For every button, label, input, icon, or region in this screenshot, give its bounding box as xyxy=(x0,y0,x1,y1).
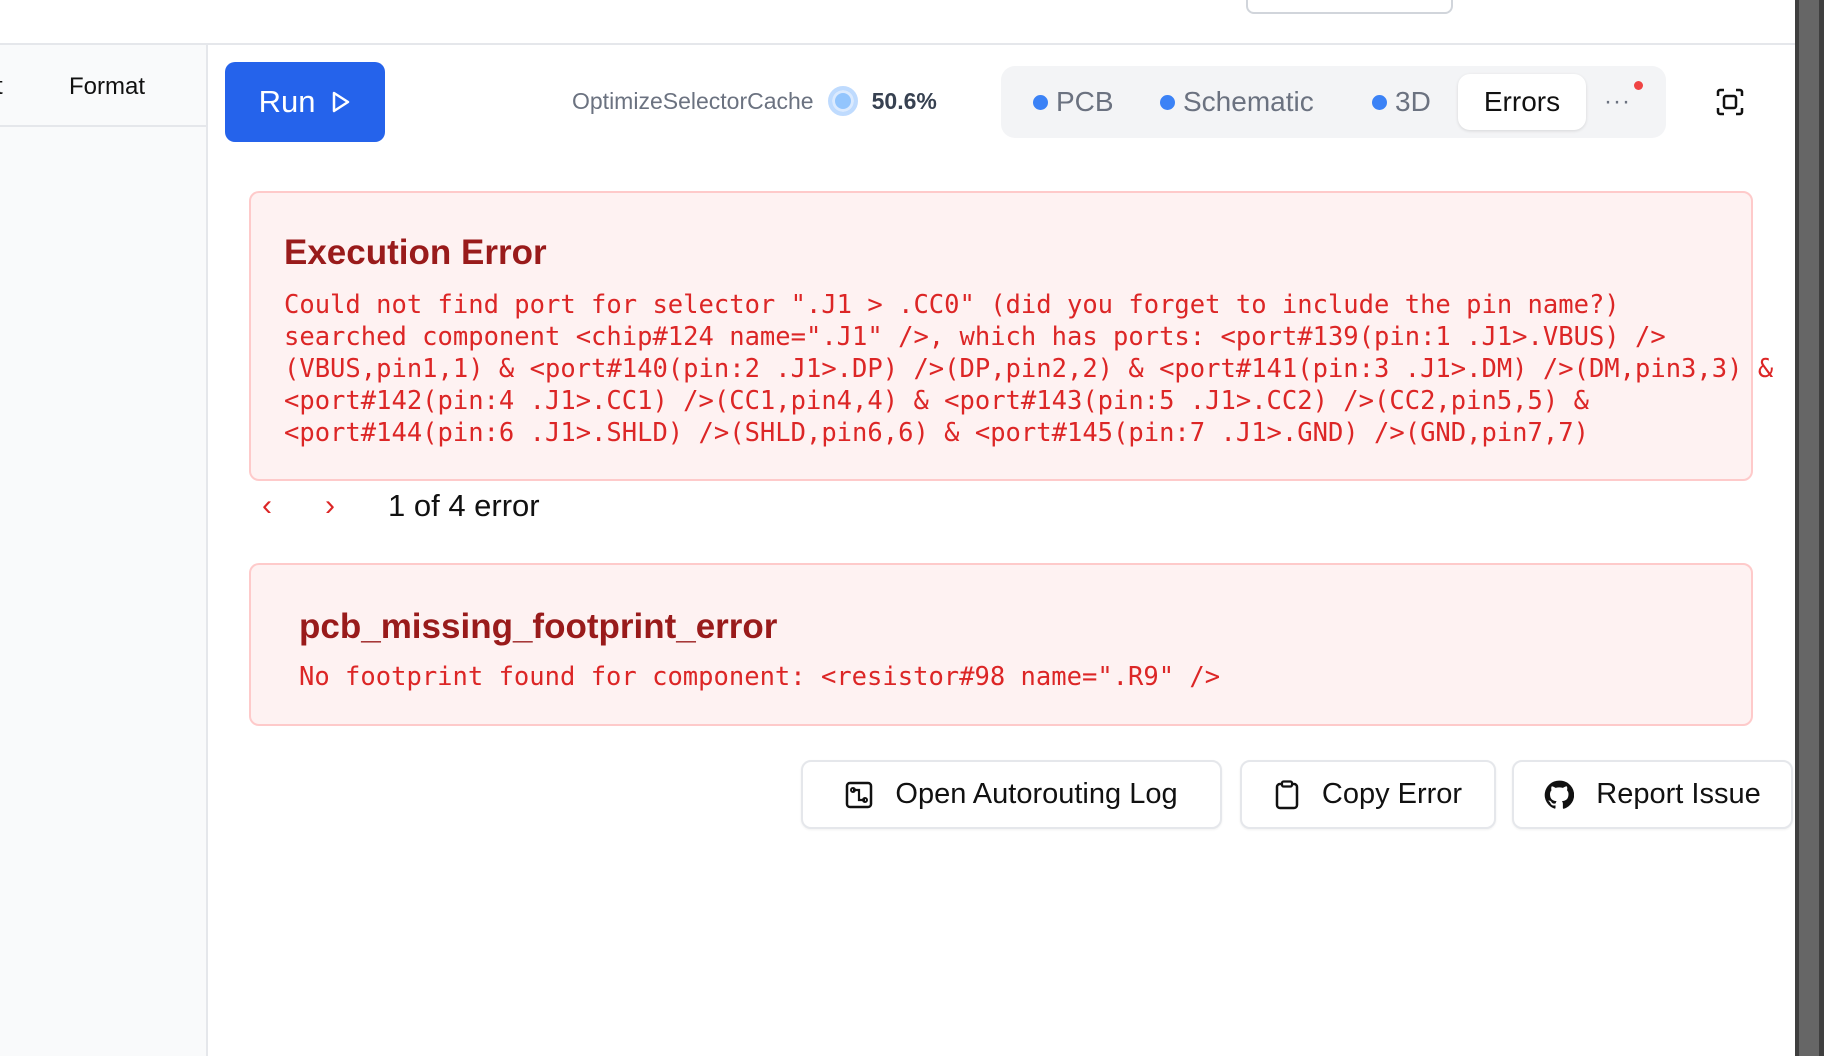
play-icon xyxy=(333,91,350,113)
sidebar: t Format xyxy=(0,45,208,1056)
sidebar-tab-edit[interactable]: t xyxy=(0,73,3,101)
tab-schematic[interactable]: Schematic xyxy=(1160,74,1314,130)
view-tabs: PCB Schematic 3D Errors xyxy=(1001,66,1666,138)
prev-error-button[interactable]: ‹ xyxy=(262,489,325,523)
spinner-icon xyxy=(827,86,858,116)
report-issue-button[interactable]: Report Issue xyxy=(1512,760,1793,829)
tab-label: 3D xyxy=(1395,86,1431,117)
tab-label: Errors xyxy=(1483,86,1561,117)
progress-status: OptimizeSelectorCache 50.6% xyxy=(572,86,937,116)
button-label: Open Autorouting Log xyxy=(895,778,1178,810)
button-label: Report Issue xyxy=(1596,778,1761,810)
status-dot-icon xyxy=(1160,94,1175,110)
pager-text: 1 of 4 error xyxy=(388,488,540,523)
tab-errors[interactable]: Errors xyxy=(1458,74,1586,130)
error-pager: ‹ › 1 of 4 error xyxy=(262,488,540,524)
copy-error-button[interactable]: Copy Error xyxy=(1240,760,1496,829)
sidebar-tabs: t Format xyxy=(0,45,206,127)
run-label: Run xyxy=(258,84,316,119)
error-message: No footprint found for component: <resis… xyxy=(299,662,1221,692)
execution-error-panel: Execution Error Could not find port for … xyxy=(249,191,1773,481)
error-message: Could not find port for selector ".J1 > … xyxy=(284,290,1774,448)
fullscreen-icon[interactable] xyxy=(1716,88,1744,116)
tab-label: Schematic xyxy=(1183,86,1314,117)
next-error-button[interactable]: › xyxy=(325,489,388,523)
status-progress: 50.6% xyxy=(871,87,937,114)
sidebar-tab-format[interactable]: Format xyxy=(69,73,145,101)
pcb-error-panel: pcb_missing_footprint_error No footprint… xyxy=(249,563,1753,726)
github-icon xyxy=(1545,780,1575,809)
circuit-board-icon xyxy=(846,781,873,808)
error-title: pcb_missing_footprint_error xyxy=(299,607,778,646)
top-button[interactable] xyxy=(1246,0,1453,14)
clipboard-icon xyxy=(1275,779,1299,809)
more-options-button[interactable]: ··· xyxy=(1604,88,1631,116)
window-edge-scrollbar[interactable] xyxy=(1795,0,1824,1056)
run-button[interactable]: Run xyxy=(225,62,385,142)
top-bar xyxy=(0,0,1795,45)
button-label: Copy Error xyxy=(1321,778,1463,810)
tab-3d[interactable]: 3D xyxy=(1372,74,1431,130)
notification-dot-icon xyxy=(1634,81,1643,90)
status-task: OptimizeSelectorCache xyxy=(572,87,814,114)
error-title: Execution Error xyxy=(284,233,547,272)
open-autorouting-log-button[interactable]: Open Autorouting Log xyxy=(801,760,1222,829)
tab-pcb[interactable]: PCB xyxy=(1033,74,1114,130)
status-dot-icon xyxy=(1372,94,1387,110)
tab-label: PCB xyxy=(1056,86,1114,117)
status-dot-icon xyxy=(1033,94,1048,110)
